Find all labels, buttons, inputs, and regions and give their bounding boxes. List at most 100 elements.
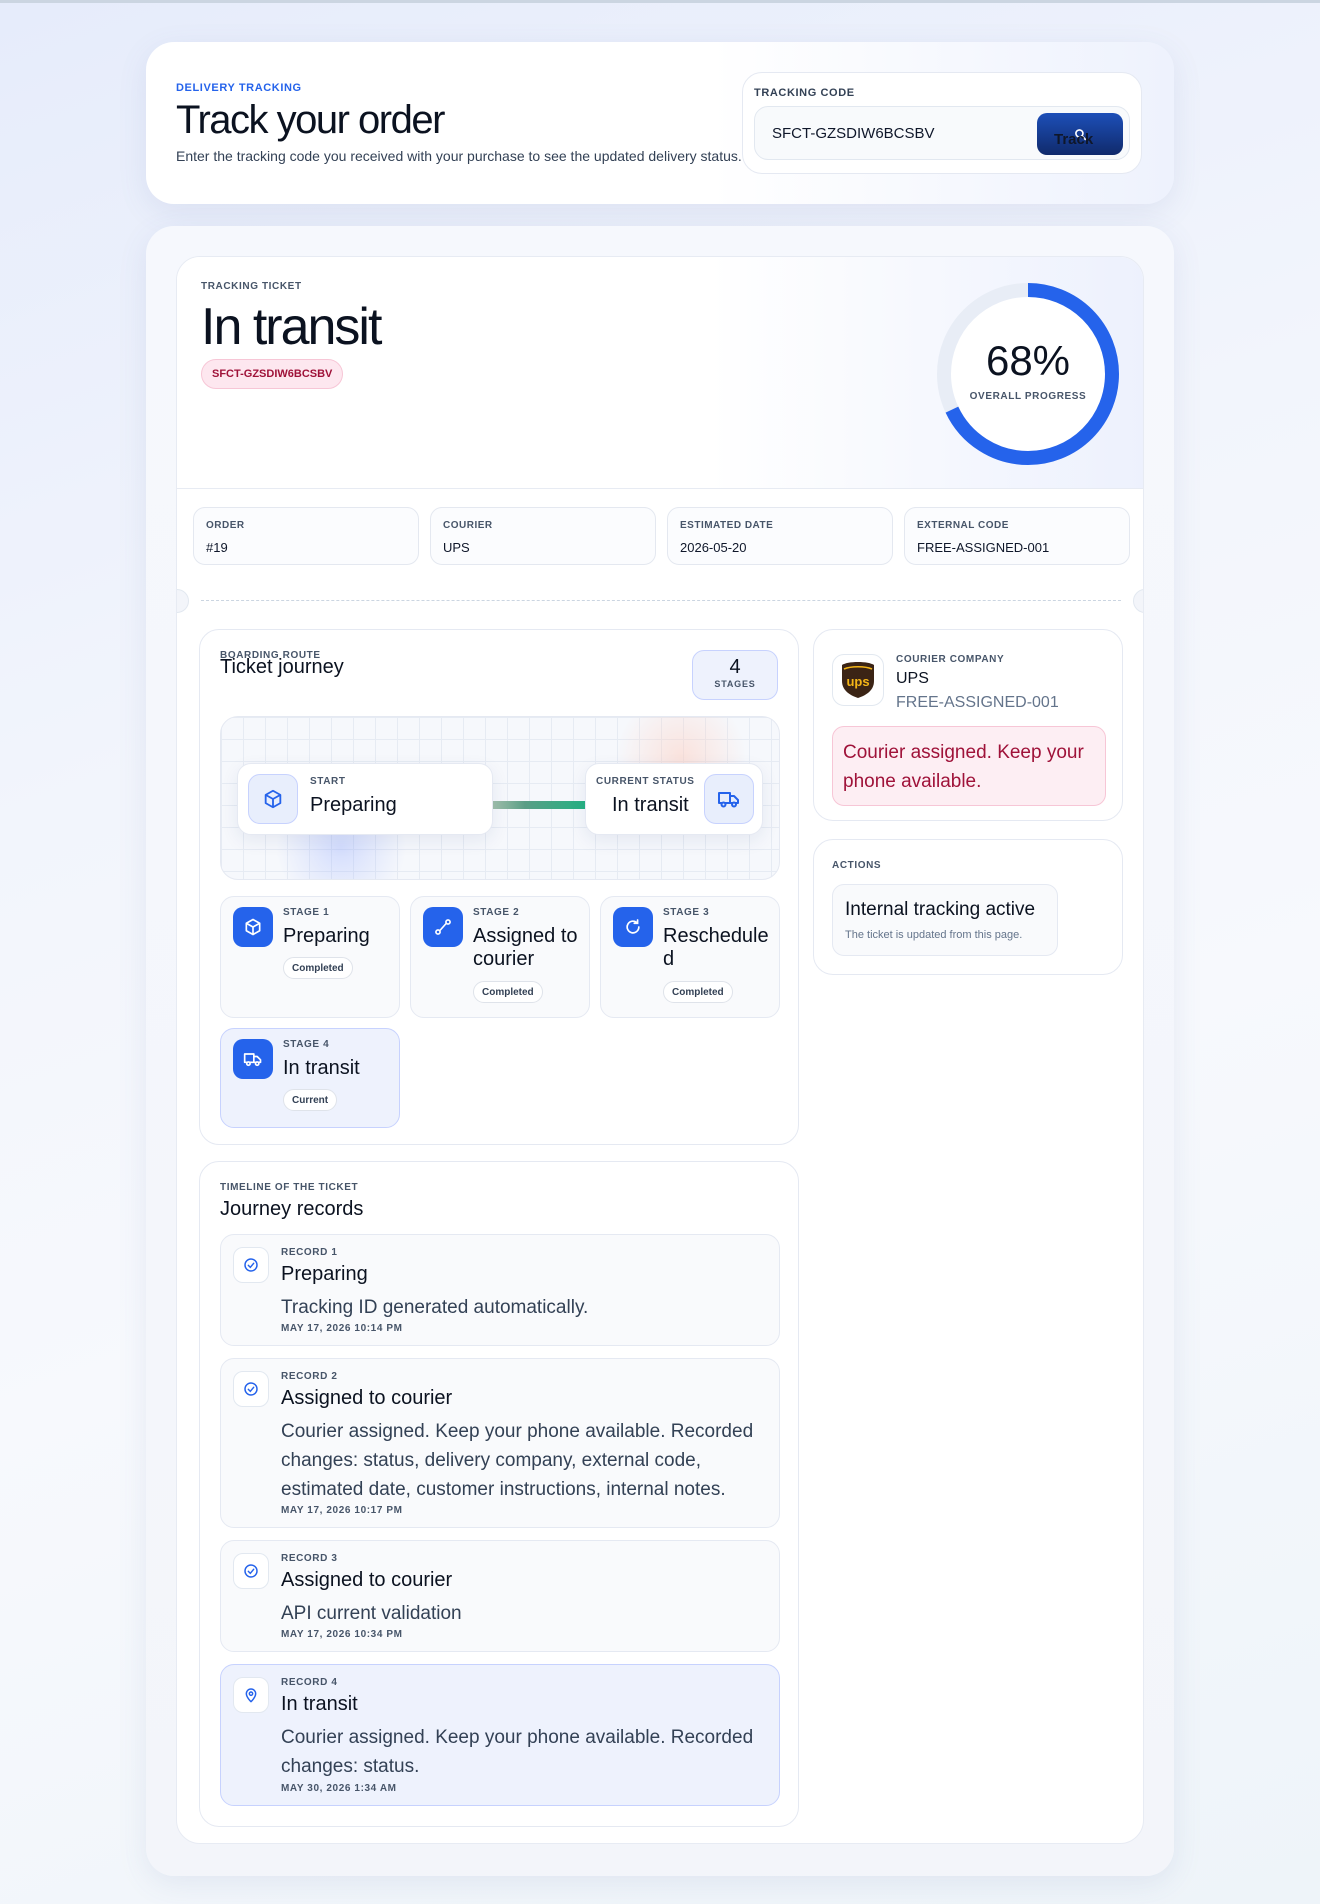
stage-card-2: STAGE 2 Assigned to courier Completed — [410, 896, 590, 1018]
meta-value: 2026-05-20 — [680, 540, 747, 555]
timeline-record-2: RECORD 2 Assigned to courier Courier ass… — [220, 1358, 780, 1528]
ticket-perforation — [177, 589, 1143, 613]
internal-tracking-subtitle: The ticket is updated from this page. — [845, 929, 1023, 941]
journey-panel: BOARDING ROUTE Ticket journey 4 STAGES S… — [199, 629, 799, 1145]
ticket-status: In transit — [201, 298, 382, 356]
route-start-label: START — [310, 776, 346, 787]
record-timestamp: MAY 17, 2026 10:17 PM — [281, 1505, 403, 1516]
record-title: Assigned to courier — [281, 1387, 453, 1409]
box-icon — [233, 907, 273, 947]
record-label: RECORD 3 — [281, 1553, 338, 1564]
courier-panel: ups COURIER COMPANY UPS FREE-ASSIGNED-00… — [813, 629, 1123, 821]
stage-title: Preparing — [283, 925, 370, 947]
stage-card-4: STAGE 4 In transit Current — [220, 1028, 400, 1128]
tracking-ticket: TRACKING TICKET In transit SFCT-GZSDIW6B… — [176, 256, 1144, 1844]
stage-count-badge: 4 STAGES — [692, 650, 778, 700]
record-timestamp: MAY 30, 2026 1:34 AM — [281, 1783, 397, 1794]
header-eyebrow: DELIVERY TRACKING — [176, 82, 302, 94]
refresh-icon — [613, 907, 653, 947]
record-label: RECORD 4 — [281, 1677, 338, 1688]
progress-label: OVERALL PROGRESS — [969, 391, 1087, 402]
tracking-code-value: SFCT-GZSDIW6BCSBV — [772, 125, 935, 142]
timeline-panel: TIMELINE OF THE TICKET Journey records R… — [199, 1161, 799, 1827]
internal-tracking-status: Internal tracking active The ticket is u… — [832, 884, 1058, 956]
route-start-card: START Preparing — [237, 763, 493, 835]
record-description: Courier assigned. Keep your phone availa… — [281, 1421, 754, 1500]
tracking-code-label: TRACKING CODE — [754, 87, 855, 99]
stage-title: Rescheduled — [663, 925, 769, 970]
track-button-label: Track — [1054, 131, 1094, 148]
stage-label: STAGE 3 — [663, 907, 710, 918]
courier-alert: Courier assigned. Keep your phone availa… — [832, 726, 1106, 806]
perforation-notch — [1133, 589, 1143, 613]
stage-status-badge: Completed — [473, 981, 543, 1003]
ticket-eyebrow: TRACKING TICKET — [201, 281, 302, 292]
timeline-record-1: RECORD 1 Preparing Tracking ID generated… — [220, 1234, 780, 1346]
tracking-result-card: TRACKING TICKET In transit SFCT-GZSDIW6B… — [146, 226, 1174, 1876]
meta-courier: COURIER UPS — [430, 507, 656, 565]
perforation-line — [201, 600, 1121, 601]
record-timestamp: MAY 17, 2026 10:34 PM — [281, 1629, 403, 1640]
perforation-notch — [177, 589, 189, 613]
check-circle-icon — [233, 1247, 269, 1283]
meta-value: FREE-ASSIGNED-001 — [917, 540, 1050, 555]
tracking-header-card: DELIVERY TRACKING Track your order Enter… — [146, 42, 1174, 204]
stage-status-badge: Current — [283, 1089, 338, 1111]
record-timestamp: MAY 17, 2026 10:14 PM — [281, 1323, 403, 1334]
stage-status-badge: Completed — [663, 981, 733, 1003]
meta-label: ESTIMATED DATE — [680, 520, 774, 531]
meta-value: UPS — [443, 540, 470, 555]
record-label: RECORD 1 — [281, 1247, 338, 1258]
stage-label: STAGE 2 — [473, 907, 520, 918]
truck-icon — [233, 1039, 273, 1079]
actions-panel: ACTIONS Internal tracking active The tic… — [813, 839, 1123, 975]
progress-ring: 68% OVERALL PROGRESS — [933, 279, 1123, 469]
stage-label: STAGE 4 — [283, 1039, 330, 1050]
check-circle-icon — [233, 1553, 269, 1589]
meta-label: ORDER — [206, 520, 245, 531]
stage-status-badge: Completed — [283, 957, 353, 979]
courier-name: UPS — [896, 670, 929, 687]
record-description: API current validation — [281, 1603, 462, 1624]
record-title: Preparing — [281, 1263, 368, 1285]
meta-order: ORDER #19 — [193, 507, 419, 565]
record-description: Tracking ID generated automatically. — [281, 1297, 589, 1318]
timeline-title: Journey records — [220, 1198, 364, 1220]
journey-title: Ticket journey — [220, 656, 344, 678]
meta-label: EXTERNAL CODE — [917, 520, 1009, 531]
timeline-record-3: RECORD 3 Assigned to courier API current… — [220, 1540, 780, 1652]
stage-card-1: STAGE 1 Preparing Completed — [220, 896, 400, 1018]
route-start-value: Preparing — [310, 794, 397, 816]
route-current-value: In transit — [612, 794, 689, 816]
stage-label: STAGE 1 — [283, 907, 330, 918]
record-label: RECORD 2 — [281, 1371, 338, 1382]
stage-count: 4 — [729, 656, 741, 678]
page-title: Track your order — [176, 98, 445, 142]
map-pin-icon — [233, 1677, 269, 1713]
box-icon — [248, 774, 298, 824]
page-subtitle: Enter the tracking code you received wit… — [176, 148, 742, 164]
svg-text:ups: ups — [846, 674, 869, 689]
timeline-record-4: RECORD 4 In transit Courier assigned. Ke… — [220, 1664, 780, 1806]
route-icon — [423, 907, 463, 947]
ups-shield-icon: ups — [842, 662, 874, 698]
tracking-code-input[interactable]: SFCT-GZSDIW6BCSBV Track — [754, 106, 1130, 160]
route-map: START Preparing CURRENT STATUS In transi… — [220, 716, 780, 880]
ups-logo: ups — [832, 654, 884, 706]
actions-eyebrow: ACTIONS — [832, 860, 882, 871]
route-current-label: CURRENT STATUS — [596, 776, 695, 787]
track-button[interactable]: Track — [1037, 113, 1123, 155]
meta-estimated-date: ESTIMATED DATE 2026-05-20 — [667, 507, 893, 565]
courier-eyebrow: COURIER COMPANY — [896, 654, 1005, 665]
ticket-code-badge: SFCT-GZSDIW6BCSBV — [201, 359, 344, 389]
internal-tracking-title: Internal tracking active — [845, 899, 1036, 920]
truck-icon — [704, 774, 754, 824]
ticket-hero: TRACKING TICKET In transit SFCT-GZSDIW6B… — [177, 257, 1143, 489]
stage-count-label: STAGES — [714, 679, 756, 689]
check-circle-icon — [233, 1371, 269, 1407]
top-border — [0, 0, 1320, 3]
progress-percent: 68% — [985, 337, 1071, 384]
courier-code: FREE-ASSIGNED-001 — [896, 694, 1059, 711]
record-title: Assigned to courier — [281, 1569, 453, 1591]
meta-label: COURIER — [443, 520, 493, 531]
